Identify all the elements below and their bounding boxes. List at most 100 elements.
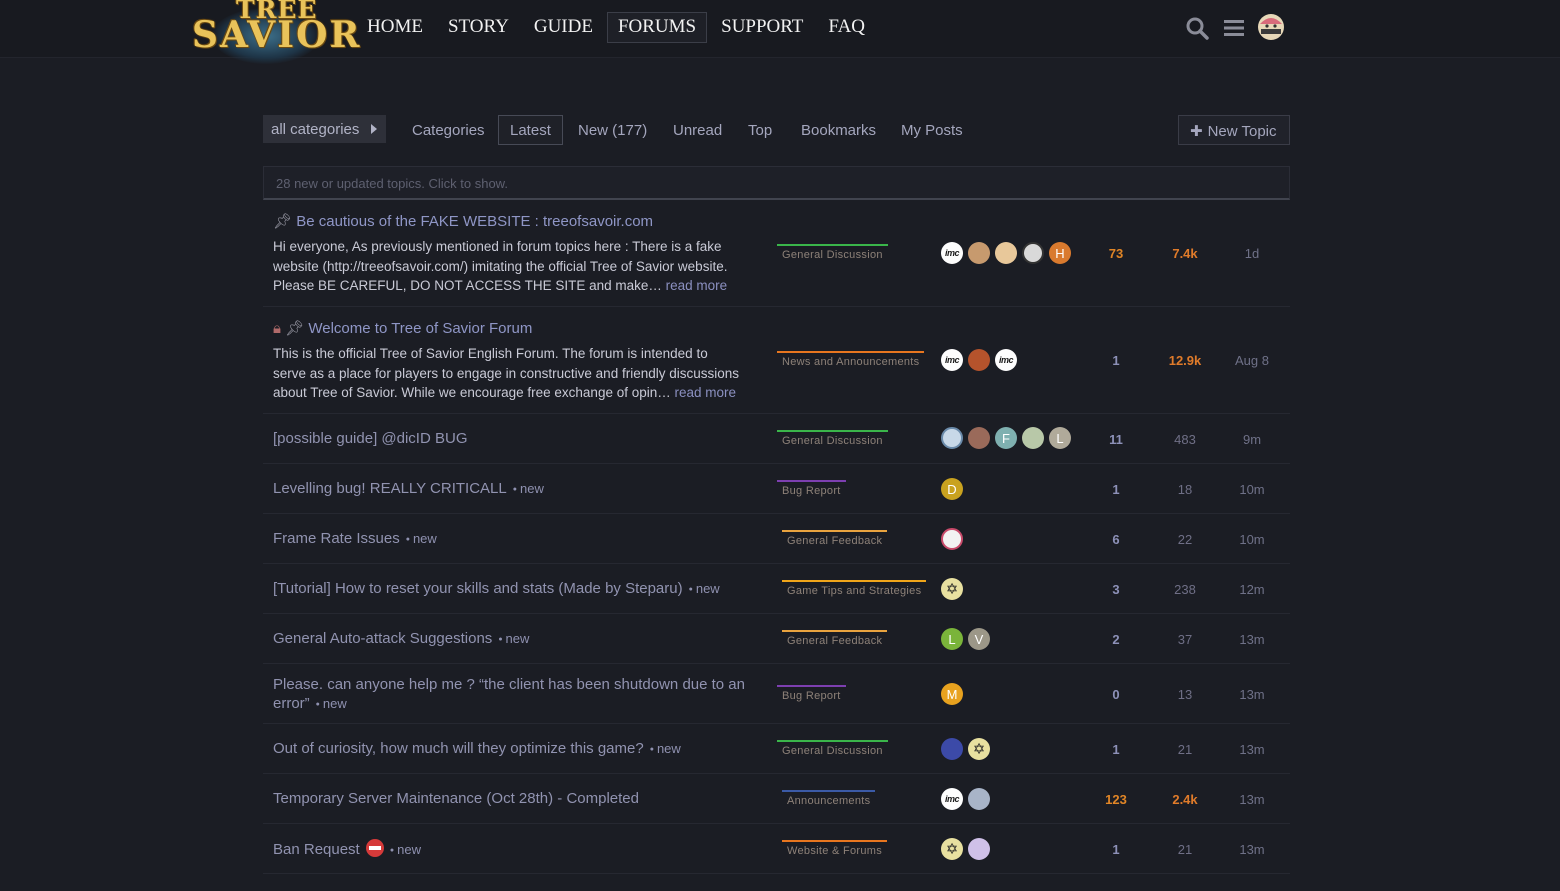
reply-count[interactable]: 6 — [1086, 532, 1146, 547]
nav-home[interactable]: HOME — [356, 12, 434, 43]
tab-bookmarks[interactable]: Bookmarks — [789, 115, 888, 145]
avatar[interactable] — [968, 242, 990, 264]
reply-count[interactable]: 1 — [1086, 482, 1146, 497]
search-icon[interactable] — [1185, 16, 1209, 40]
avatar[interactable]: L — [941, 628, 963, 650]
topic-title[interactable]: [Tutorial] How to reset your skills and … — [273, 579, 720, 599]
reply-count[interactable]: 0 — [1086, 687, 1146, 702]
avatar[interactable] — [941, 738, 963, 760]
avatar[interactable] — [941, 528, 963, 550]
tab-new[interactable]: New (177) — [566, 115, 659, 145]
nav-forums[interactable]: FORUMS — [606, 12, 708, 43]
avatar[interactable]: imc — [941, 242, 963, 264]
tab-my-posts[interactable]: My Posts — [889, 115, 975, 145]
topic-row[interactable]: Temporary Server Maintenance (Oct 28th) … — [263, 774, 1290, 824]
activity-time[interactable]: 9m — [1222, 432, 1282, 447]
activity-time[interactable]: 1d — [1222, 246, 1282, 261]
reply-count[interactable]: 2 — [1086, 632, 1146, 647]
topic-row[interactable]: Ban Request new Website & Forums ✡ 1 21 … — [263, 824, 1290, 874]
activity-time[interactable]: 13m — [1222, 687, 1282, 702]
nav-faq[interactable]: FAQ — [817, 12, 876, 43]
reply-count[interactable]: 73 — [1086, 246, 1146, 261]
topic-title[interactable]: Levelling bug! REALLY CRITICALL new — [273, 479, 544, 499]
activity-time[interactable]: 13m — [1222, 632, 1282, 647]
category-badge[interactable]: General Discussion — [777, 740, 888, 757]
category-badge[interactable]: General Feedback — [782, 630, 888, 647]
category-badge[interactable]: Announcements — [782, 790, 876, 807]
category-badge[interactable]: News and Announcements — [777, 351, 925, 368]
avatar[interactable] — [968, 788, 990, 810]
nav-guide[interactable]: GUIDE — [523, 12, 604, 43]
read-more-link[interactable]: read more — [666, 278, 728, 293]
avatar[interactable]: imc — [995, 349, 1017, 371]
avatar[interactable]: H — [1049, 242, 1071, 264]
reply-count[interactable]: 123 — [1086, 792, 1146, 807]
topic-row[interactable]: Levelling bug! REALLY CRITICALL new Bug R… — [263, 464, 1290, 514]
reply-count[interactable]: 1 — [1086, 742, 1146, 757]
category-badge[interactable]: General Discussion — [777, 244, 888, 261]
tab-latest[interactable]: Latest — [498, 115, 563, 145]
topic-title[interactable]: Please. can anyone help me ? “the client… — [273, 675, 753, 714]
avatar[interactable] — [968, 427, 990, 449]
category-badge[interactable]: Game Tips and Strategies — [782, 580, 927, 597]
reply-count[interactable]: 1 — [1086, 353, 1146, 368]
avatar[interactable]: ✡ — [941, 578, 963, 600]
tab-categories[interactable]: Categories — [400, 115, 497, 145]
tab-top[interactable]: Top — [736, 115, 784, 145]
avatar[interactable]: imc — [941, 349, 963, 371]
category-badge[interactable]: General Discussion — [777, 430, 888, 447]
topic-title[interactable]: Frame Rate Issues new — [273, 529, 437, 549]
reply-count[interactable]: 3 — [1086, 582, 1146, 597]
activity-time[interactable]: 13m — [1222, 742, 1282, 757]
category-badge[interactable]: Website & Forums — [782, 840, 888, 857]
activity-time[interactable]: 10m — [1222, 532, 1282, 547]
avatar[interactable]: ✡ — [968, 738, 990, 760]
avatar[interactable]: V — [968, 628, 990, 650]
topic-title[interactable]: Temporary Server Maintenance (Oct 28th) … — [273, 789, 639, 808]
activity-time[interactable]: Aug 8 — [1222, 353, 1282, 368]
topic-title[interactable]: Ban Request new — [273, 839, 421, 860]
avatar[interactable] — [1022, 427, 1044, 449]
avatar[interactable] — [941, 427, 963, 449]
avatar[interactable] — [968, 838, 990, 860]
user-avatar-icon[interactable] — [1257, 12, 1285, 42]
activity-time[interactable]: 10m — [1222, 482, 1282, 497]
activity-time[interactable]: 13m — [1222, 792, 1282, 807]
category-badge[interactable]: General Feedback — [782, 530, 888, 547]
topic-row[interactable]: 📌︎ Be cautious of the FAKE WEBSITE : tre… — [263, 200, 1290, 307]
activity-time[interactable]: 13m — [1222, 842, 1282, 857]
hamburger-menu-icon[interactable] — [1222, 16, 1246, 40]
reply-count[interactable]: 1 — [1086, 842, 1146, 857]
activity-time[interactable]: 12m — [1222, 582, 1282, 597]
category-badge[interactable]: Bug Report — [777, 685, 846, 702]
nav-support[interactable]: SUPPORT — [710, 12, 814, 43]
topic-row[interactable]: General Auto-attack Suggestions new Gener… — [263, 614, 1290, 664]
topic-row[interactable]: Please. can anyone help me ? “the client… — [263, 664, 1290, 724]
topic-row[interactable]: [Tutorial] How to reset your skills and … — [263, 564, 1290, 614]
topic-title[interactable]: 📌︎ Be cautious of the FAKE WEBSITE : tre… — [273, 212, 653, 231]
avatar[interactable]: F — [995, 427, 1017, 449]
new-topics-notice[interactable]: 28 new or updated topics. Click to show. — [263, 166, 1290, 200]
topic-title[interactable]: 🔒︎ 📌︎ Welcome to Tree of Savior Forum — [273, 319, 532, 338]
nav-story[interactable]: STORY — [437, 12, 520, 43]
topic-row[interactable]: 🔒︎ 📌︎ Welcome to Tree of Savior Forum Th… — [263, 307, 1290, 414]
avatar[interactable]: ✡ — [941, 838, 963, 860]
topic-row[interactable]: [possible guide] @dicID BUG General Disc… — [263, 414, 1290, 464]
read-more-link[interactable]: read more — [675, 385, 737, 400]
category-badge[interactable]: Bug Report — [777, 480, 846, 497]
topic-title[interactable]: [possible guide] @dicID BUG — [273, 429, 467, 448]
avatar[interactable] — [968, 349, 990, 371]
avatar[interactable]: D — [941, 478, 963, 500]
topic-title[interactable]: Out of curiosity, how much will they opt… — [273, 739, 681, 759]
topic-title[interactable]: General Auto-attack Suggestions new — [273, 629, 529, 649]
tree-of-savior-logo[interactable]: TREE SAVIOR — [190, 0, 359, 64]
new-topic-button[interactable]: ✚ New Topic — [1178, 115, 1290, 145]
avatar[interactable] — [995, 242, 1017, 264]
avatar[interactable]: imc — [941, 788, 963, 810]
avatar[interactable]: M — [941, 683, 963, 705]
topic-row[interactable]: Out of curiosity, how much will they opt… — [263, 724, 1290, 774]
tab-unread[interactable]: Unread — [661, 115, 734, 145]
category-dropdown[interactable]: all categories — [263, 115, 386, 143]
topic-row[interactable]: Frame Rate Issuesnew General Feedback 6 … — [263, 514, 1290, 564]
avatar[interactable] — [1022, 242, 1044, 264]
